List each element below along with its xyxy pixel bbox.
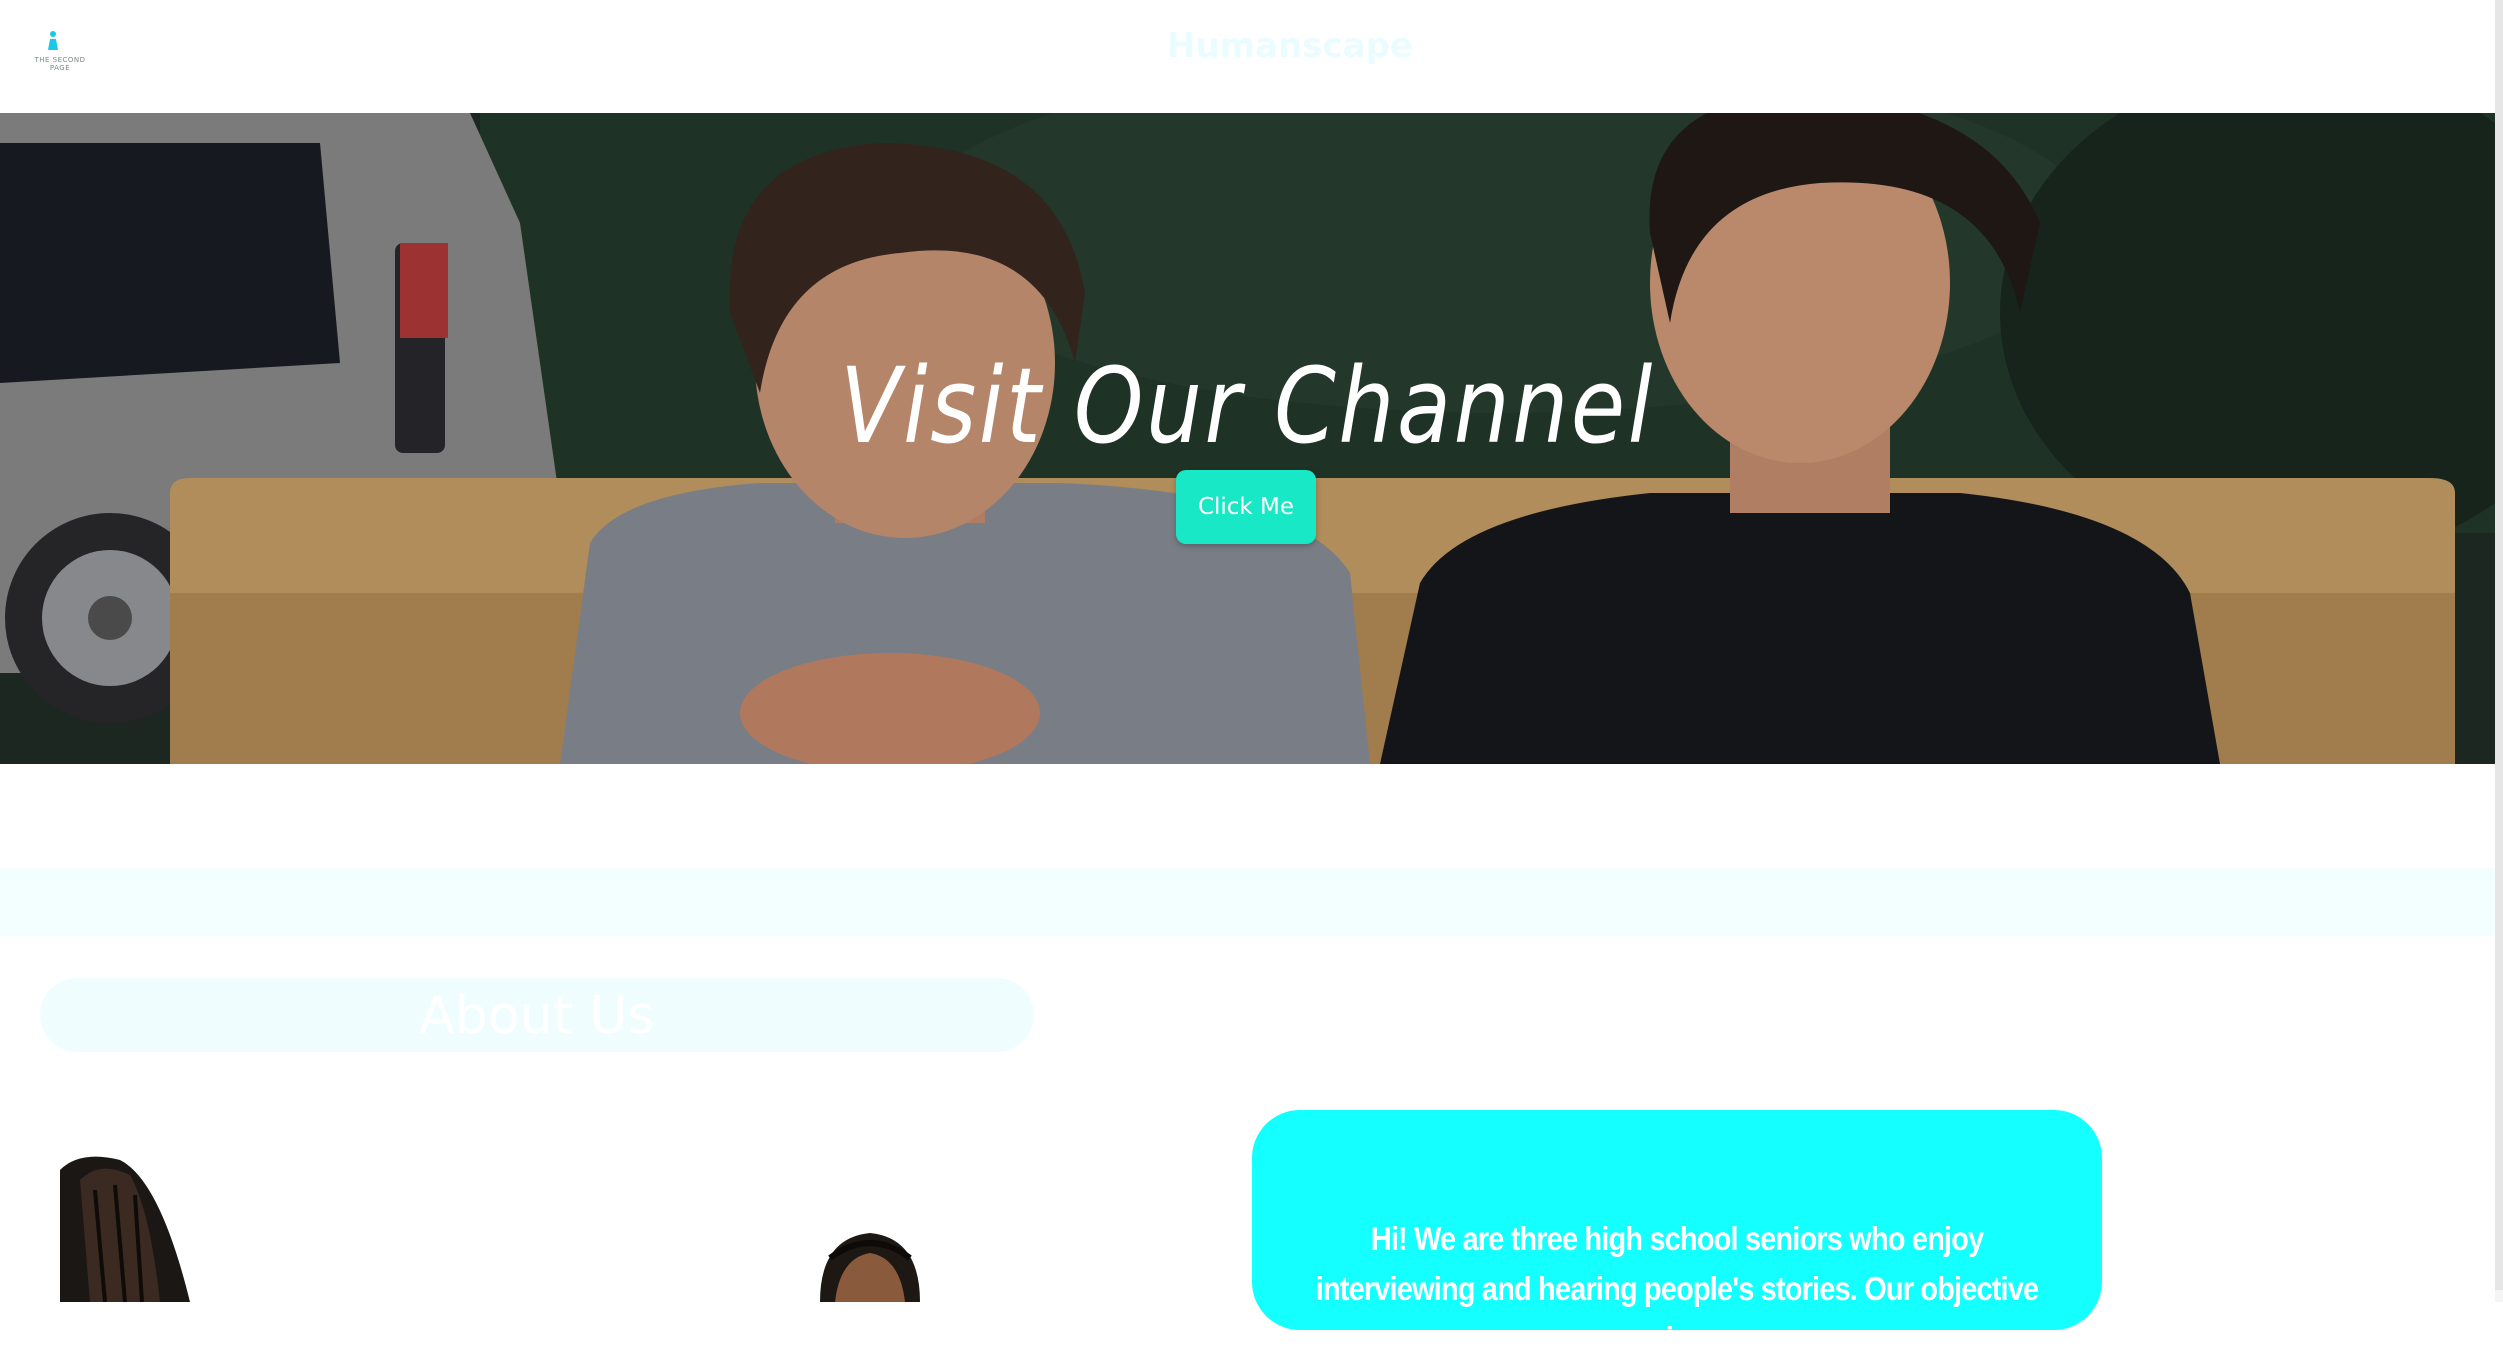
- member-photo-1: [60, 1156, 190, 1302]
- about-us-intro-text: Hi! We are three high school seniors who…: [1315, 1220, 2039, 1357]
- site-name[interactable]: Humanscape: [1080, 26, 1500, 66]
- about-us-card: Hi! We are three high school seniors who…: [1252, 1110, 2102, 1357]
- click-me-button[interactable]: Click Me: [1176, 470, 1316, 544]
- page-scrollbar-thumb[interactable]: [2495, 0, 2503, 1290]
- about-us-title: About Us: [419, 986, 655, 1046]
- logo-text: THE SECOND PAGE: [34, 56, 86, 72]
- logo-figure-icon: [48, 31, 58, 50]
- section-divider-band: [0, 868, 2495, 936]
- hero-title: Visit Our Channel: [840, 345, 1655, 467]
- hero-banner: Visit Our Channel Click Me: [0, 113, 2495, 764]
- site-header: THE SECOND PAGE Humanscape: [0, 0, 2495, 113]
- about-us-heading-pill: About Us: [40, 978, 1034, 1052]
- site-logo[interactable]: THE SECOND PAGE: [24, 30, 96, 74]
- member-photo-2: [820, 1233, 920, 1302]
